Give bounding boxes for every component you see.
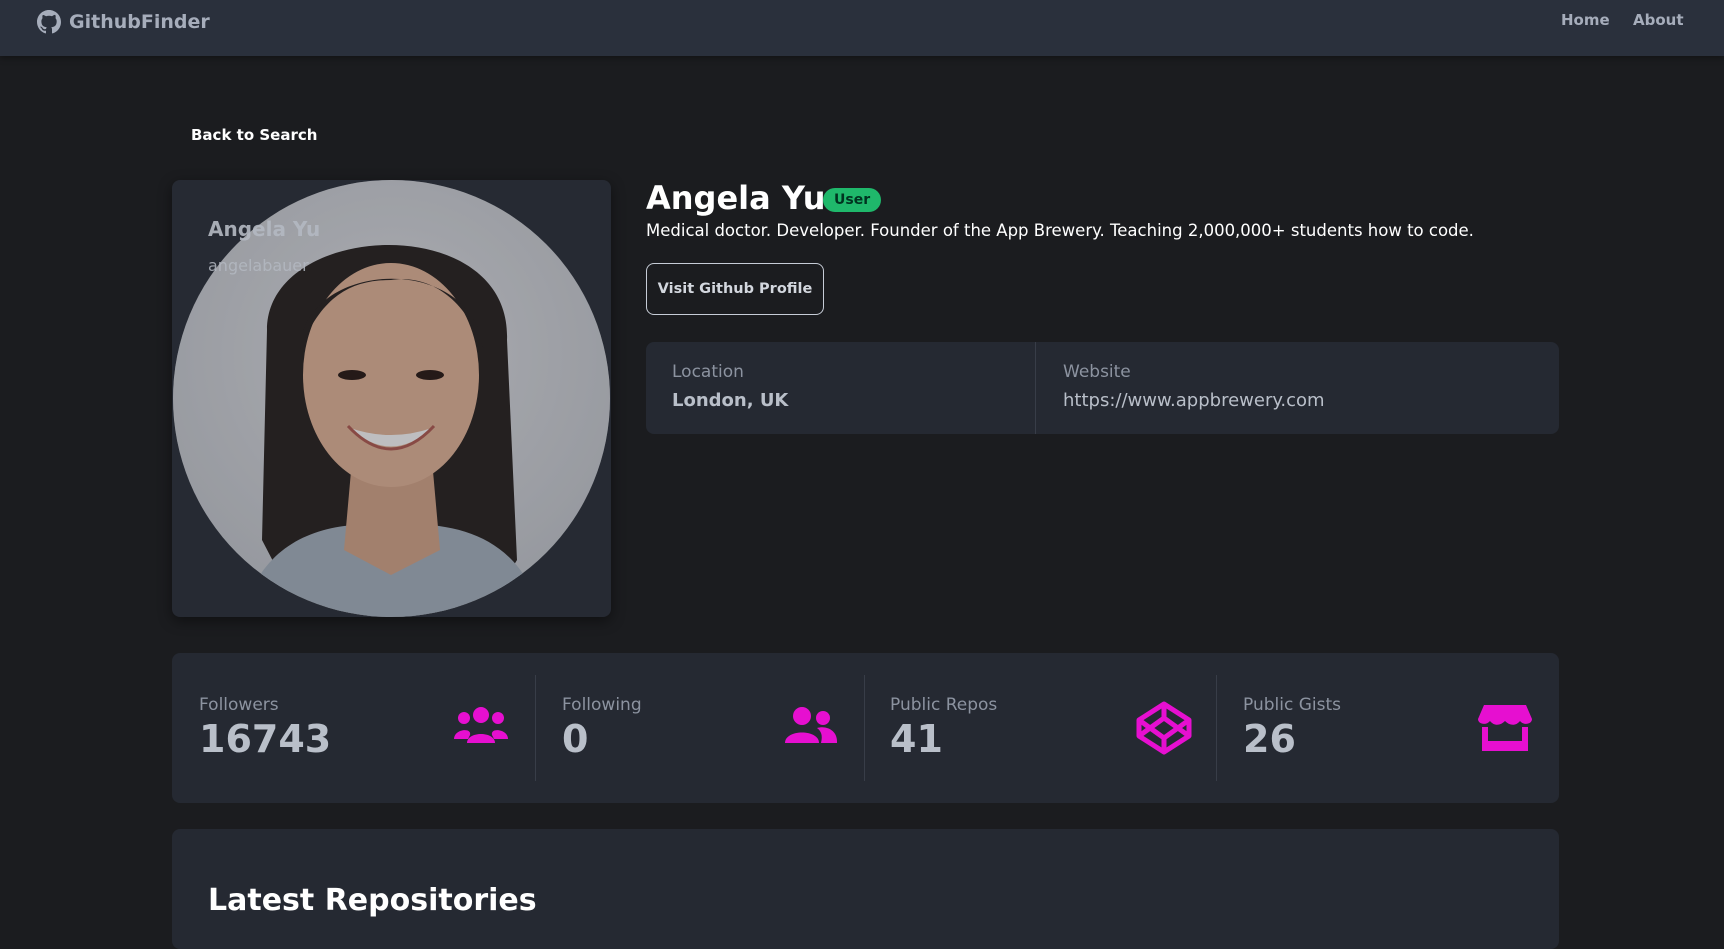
public-repos-value: 41 — [890, 717, 943, 761]
visit-github-profile-button[interactable]: Visit Github Profile — [646, 263, 824, 315]
nav-home-link[interactable]: Home — [1561, 11, 1610, 29]
followers-label: Followers — [199, 695, 279, 715]
brand-name: GithubFinder — [69, 11, 210, 33]
profile-name: Angela Yu — [646, 179, 826, 217]
public-gists-label: Public Gists — [1243, 695, 1341, 715]
profile-bio: Medical doctor. Developer. Founder of th… — [646, 221, 1474, 240]
codepen-icon — [1136, 701, 1192, 755]
avatar-card-name: Angela Yu — [208, 217, 321, 241]
back-to-search-link[interactable]: Back to Search — [191, 126, 317, 144]
following-value: 0 — [562, 717, 589, 761]
following-label: Following — [562, 695, 642, 715]
stats-box: Followers 16743 Following 0 Public Repos… — [172, 653, 1559, 803]
public-gists-value: 26 — [1243, 717, 1296, 761]
github-icon — [37, 10, 61, 34]
website-label: Website — [1063, 362, 1131, 382]
public-repos-label: Public Repos — [890, 695, 998, 715]
avatar-card-login: angelabauer — [208, 256, 309, 275]
nav-about-link[interactable]: About — [1633, 11, 1684, 29]
stat-divider — [864, 675, 865, 781]
location-value: London, UK — [672, 390, 789, 411]
avatar-card: Angela Yu angelabauer — [172, 180, 611, 617]
user-friends-icon — [785, 707, 837, 743]
avatar — [173, 180, 610, 617]
navbar: GithubFinder Home About — [0, 0, 1724, 56]
brand-link[interactable]: GithubFinder — [37, 9, 210, 35]
latest-repos-panel: Latest Repositories — [172, 829, 1559, 949]
users-icon — [454, 707, 508, 743]
user-type-badge: User — [823, 188, 882, 212]
store-icon — [1478, 705, 1532, 751]
followers-value: 16743 — [199, 717, 332, 761]
info-box: Location London, UK Website https://www.… — [646, 342, 1559, 434]
latest-repos-title: Latest Repositories — [208, 883, 537, 918]
website-link[interactable]: https://www.appbrewery.com — [1063, 390, 1325, 411]
stat-divider — [1216, 675, 1217, 781]
location-label: Location — [672, 362, 744, 382]
info-divider — [1035, 342, 1036, 434]
stat-divider — [535, 675, 536, 781]
